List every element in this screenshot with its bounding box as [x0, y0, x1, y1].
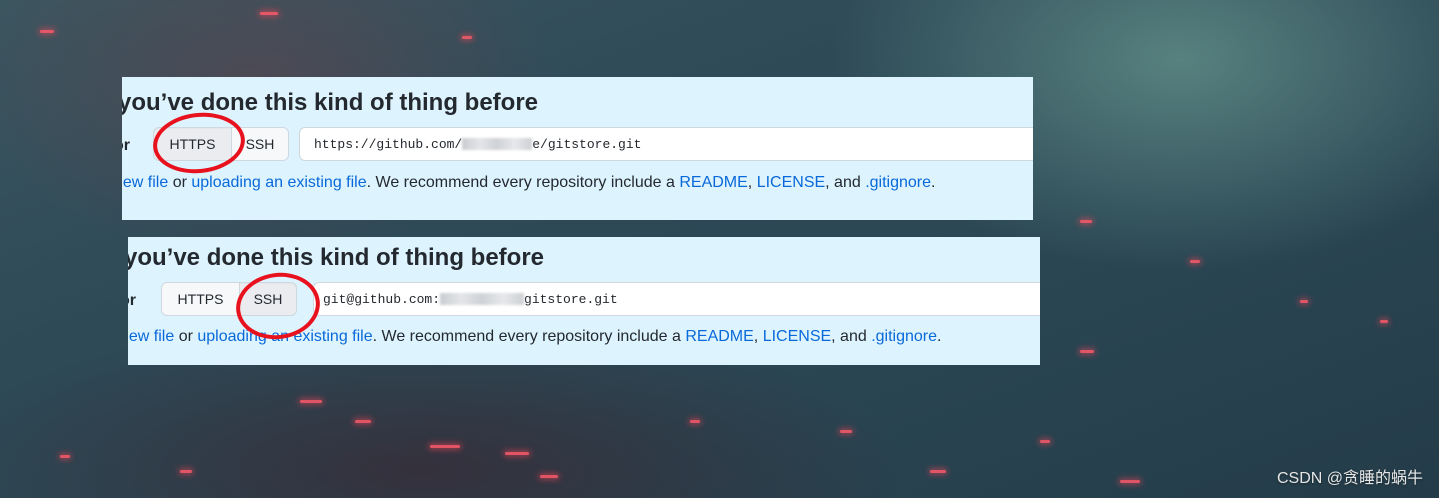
clone-url-suffix: gitstore.git [524, 291, 618, 307]
quick-setup-panel-https: you’ve done this kind of thing before or… [122, 77, 1033, 220]
helper-comma: , [747, 174, 757, 191]
quick-setup-panel-ssh: you’ve done this kind of thing before or… [128, 237, 1040, 365]
upload-file-link[interactable]: uploading an existing file [197, 328, 372, 345]
https-button[interactable]: HTTPS [161, 282, 240, 316]
gitignore-link[interactable]: .gitignore [865, 174, 931, 191]
redacted-username [440, 293, 525, 305]
helper-period: . [931, 174, 936, 191]
or-label: or [122, 137, 130, 154]
bg-light [180, 470, 192, 473]
bg-light [505, 452, 529, 455]
helper-text-and: , and [825, 174, 866, 191]
bg-light [690, 420, 700, 423]
bg-light [260, 12, 278, 15]
helper-text-or: or [174, 328, 198, 345]
panel-heading: you’ve done this kind of thing before [122, 89, 539, 116]
gitignore-link[interactable]: .gitignore [871, 328, 937, 345]
new-file-link[interactable]: new file [128, 328, 174, 345]
clone-url-suffix: e/gitstore.git [532, 136, 642, 152]
https-button[interactable]: HTTPS [153, 127, 232, 161]
bg-light [462, 36, 472, 39]
bg-light [60, 455, 70, 458]
bg-light [1190, 260, 1200, 263]
bg-light [430, 445, 460, 448]
license-link[interactable]: LICENSE [757, 174, 825, 191]
helper-text-recommend: . We recommend every repository include … [366, 174, 680, 191]
ssh-button[interactable]: SSH [240, 282, 297, 316]
setup-helper-text: new file or uploading an existing file. … [128, 328, 941, 346]
bg-light [930, 470, 946, 473]
helper-period: . [937, 328, 942, 345]
bg-light [1300, 300, 1308, 303]
bg-light [840, 430, 852, 433]
clone-url-input[interactable]: git@github.com: gitstore.git [313, 282, 1040, 316]
protocol-button-group: HTTPS SSH [161, 282, 297, 316]
or-label: or [128, 292, 136, 309]
clone-url-prefix: https://github.com/ [314, 136, 463, 152]
helper-comma: , [753, 328, 763, 345]
bg-light [1080, 220, 1092, 223]
setup-helper-text: new file or uploading an existing file. … [122, 174, 935, 192]
panel-heading: you’ve done this kind of thing before [128, 244, 545, 271]
bg-light [1380, 320, 1388, 323]
bg-light [40, 30, 54, 33]
bg-light [300, 400, 322, 403]
redacted-username [462, 138, 533, 150]
helper-text-recommend: . We recommend every repository include … [372, 328, 686, 345]
new-file-link[interactable]: new file [122, 174, 168, 191]
bg-light [540, 475, 558, 478]
license-link[interactable]: LICENSE [763, 328, 831, 345]
watermark: CSDN @贪睡的蜗牛 [1276, 470, 1423, 487]
helper-text-or: or [168, 174, 192, 191]
readme-link[interactable]: README [685, 328, 753, 345]
helper-text-and: , and [831, 328, 872, 345]
ssh-button[interactable]: SSH [232, 127, 289, 161]
clone-url-prefix: git@github.com: [323, 291, 441, 307]
clone-url-input[interactable]: https://github.com/e/gitstore.git [299, 127, 1033, 161]
bg-light [1080, 350, 1094, 353]
bg-light [355, 420, 371, 423]
bg-light [1120, 480, 1140, 483]
readme-link[interactable]: README [679, 174, 747, 191]
protocol-button-group: HTTPS SSH [153, 127, 289, 161]
upload-file-link[interactable]: uploading an existing file [191, 174, 366, 191]
bg-light [1040, 440, 1050, 443]
